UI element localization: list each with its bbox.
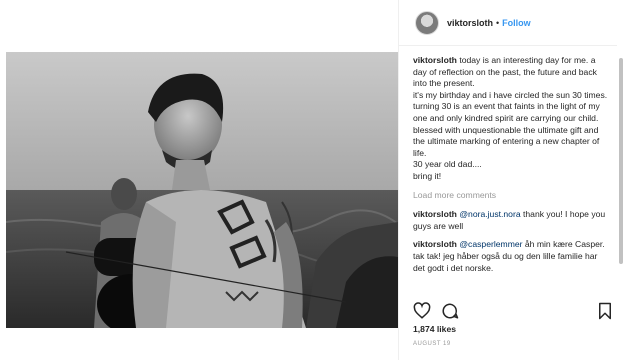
comment-item: viktorsloth @nora.just.nora thank you! I…: [413, 209, 609, 232]
comments-scrollbar[interactable]: [619, 50, 624, 292]
caption: viktorsloth today is an interesting day …: [413, 55, 609, 183]
post-details-panel: viktorsloth • Follow viktorsloth today i…: [398, 0, 640, 360]
header-username[interactable]: viktorsloth: [447, 18, 493, 28]
bookmark-icon[interactable]: [597, 302, 613, 320]
post-date: AUGUST 19: [413, 341, 451, 347]
action-bar: [413, 300, 613, 322]
likes-count[interactable]: 1,874 likes: [413, 324, 456, 334]
instagram-post: viktorsloth • Follow viktorsloth today i…: [0, 0, 640, 360]
photo-image: [6, 52, 398, 328]
post-photo[interactable]: [6, 52, 398, 328]
caption-line-4: 30 year old dad....: [413, 159, 482, 170]
comment-username[interactable]: viktorsloth: [413, 239, 457, 249]
follow-button[interactable]: Follow: [502, 18, 531, 28]
comment-mention[interactable]: @casperlemmer: [459, 239, 522, 249]
comment-item: viktorsloth @casperlemmer åh min kære Ca…: [413, 239, 609, 274]
caption-line-5: bring it!: [413, 170, 442, 181]
comment-mention[interactable]: @nora.just.nora: [459, 209, 520, 219]
caption-line-2: it's my birthday and i have circled the …: [413, 89, 608, 100]
comment-icon[interactable]: [441, 302, 459, 320]
scrollbar-thumb[interactable]: [619, 58, 623, 264]
post-header: viktorsloth • Follow: [399, 0, 617, 46]
caption-username[interactable]: viktorsloth: [413, 55, 457, 65]
load-more-comments-link[interactable]: Load more comments: [413, 190, 609, 202]
caption-line-3: turning 30 is an event that faints in th…: [413, 101, 600, 158]
heart-icon[interactable]: [413, 302, 431, 320]
separator-dot: •: [496, 17, 500, 28]
comment-username[interactable]: viktorsloth: [413, 209, 457, 219]
profile-avatar[interactable]: [415, 10, 439, 35]
comments-section: viktorsloth today is an interesting day …: [413, 55, 609, 295]
